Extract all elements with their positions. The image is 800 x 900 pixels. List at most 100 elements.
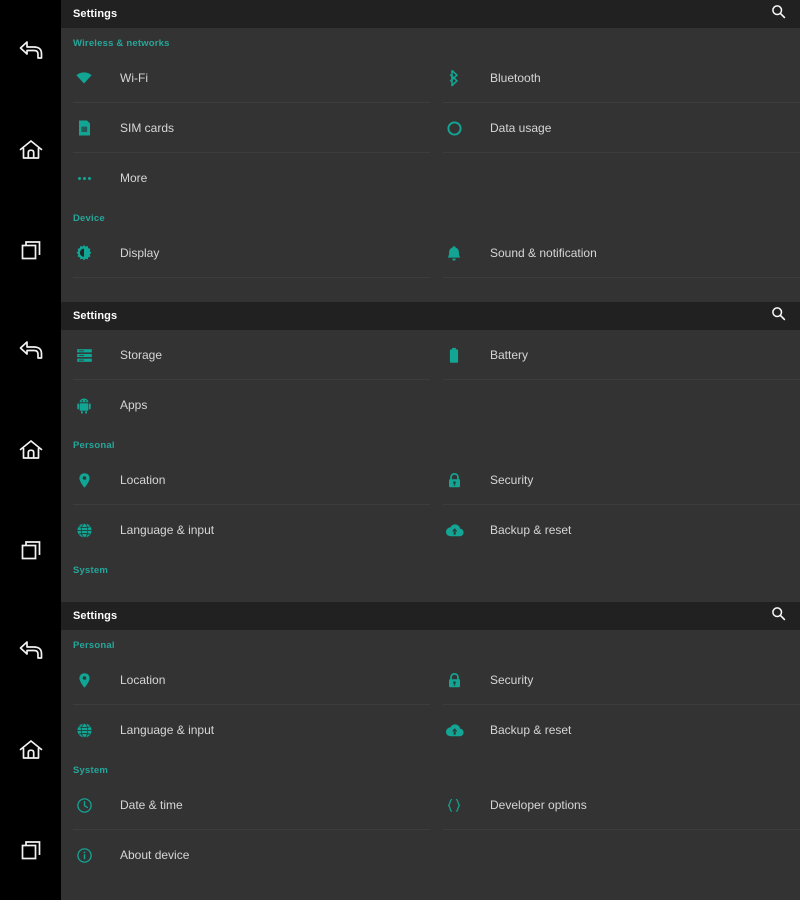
recents-icon: [19, 538, 43, 562]
screen: Settings Wireless & networks: [0, 0, 800, 900]
settings-row-label: More: [120, 171, 147, 185]
settings-row-more[interactable]: More: [61, 153, 430, 203]
nav-home-button[interactable]: [0, 125, 61, 175]
clock-icon: [73, 794, 95, 816]
settings-row-label: Battery: [490, 348, 528, 362]
settings-row-backup-reset[interactable]: Backup & reset: [431, 505, 800, 555]
nav-recents-button[interactable]: [0, 525, 61, 575]
search-icon: [771, 606, 786, 626]
nav-home-button[interactable]: [0, 425, 61, 475]
page-title: Settings: [73, 8, 117, 20]
section-header-spacer: [431, 755, 800, 780]
settings-row-wifi[interactable]: Wi-Fi: [61, 53, 430, 103]
settings-row-location[interactable]: Location: [61, 455, 430, 505]
settings-row-label: Language & input: [120, 523, 214, 537]
location-pin-icon: [73, 469, 95, 491]
settings-row-data-usage[interactable]: Data usage: [431, 103, 800, 153]
settings-row-storage[interactable]: Storage: [61, 330, 430, 380]
settings-row-backup-reset[interactable]: Backup & reset: [431, 705, 800, 755]
nav-recents-button[interactable]: [0, 825, 61, 875]
bell-icon: [443, 242, 465, 264]
section-header-system: System: [61, 755, 430, 780]
system-navigation-bar: [0, 0, 61, 900]
settings-list-2: Storage: [61, 330, 800, 602]
settings-list-3: Personal Location: [61, 630, 800, 900]
cloud-upload-icon: [443, 719, 465, 741]
back-icon: [18, 339, 44, 361]
settings-row-label: Developer options: [490, 798, 587, 812]
globe-icon: [73, 519, 95, 541]
settings-row-bluetooth[interactable]: Bluetooth: [431, 53, 800, 103]
column-right: Battery Security: [431, 330, 800, 555]
settings-row-label: Backup & reset: [490, 723, 571, 737]
section-header-personal: Personal: [61, 430, 430, 455]
settings-panel-2: Settings: [61, 302, 800, 602]
settings-row-label: Location: [120, 473, 165, 487]
settings-row-label: Data usage: [490, 121, 551, 135]
settings-row-sim-cards[interactable]: SIM cards: [61, 103, 430, 153]
settings-row-label: Apps: [120, 398, 147, 412]
search-button[interactable]: [764, 602, 792, 630]
settings-row-label: Location: [120, 673, 165, 687]
recents-icon: [19, 238, 43, 262]
recents-icon: [19, 838, 43, 862]
app-bar: Settings: [61, 602, 800, 630]
settings-row-label: Security: [490, 673, 533, 687]
page-title: Settings: [73, 610, 117, 622]
back-icon: [18, 639, 44, 661]
nav-group-1: [0, 0, 61, 300]
settings-row-language-input[interactable]: Language & input: [61, 505, 430, 555]
settings-panel-1: Settings Wireless & networks: [61, 0, 800, 302]
android-robot-icon: [73, 394, 95, 416]
section-header-device: Device: [61, 203, 430, 228]
settings-row-location[interactable]: Location: [61, 655, 430, 705]
search-icon: [771, 4, 786, 24]
column-right: Bluetooth Data usage: [431, 28, 800, 278]
location-pin-icon: [73, 669, 95, 691]
settings-row-about-device[interactable]: About device: [61, 830, 430, 880]
settings-row-sound-notification[interactable]: Sound & notification: [431, 228, 800, 278]
data-usage-icon: [443, 117, 465, 139]
search-button[interactable]: [764, 0, 792, 28]
settings-row-apps[interactable]: Apps: [61, 380, 430, 430]
settings-row-label: Display: [120, 246, 159, 260]
cloud-upload-icon: [443, 519, 465, 541]
section-header-spacer: [431, 430, 800, 455]
settings-row-label: About device: [120, 848, 189, 862]
settings-row-label: Date & time: [120, 798, 183, 812]
app-bar: Settings: [61, 302, 800, 330]
nav-back-button[interactable]: [0, 25, 61, 75]
app-bar: Settings: [61, 0, 800, 28]
settings-row-security[interactable]: Security: [431, 655, 800, 705]
settings-row-battery[interactable]: Battery: [431, 330, 800, 380]
sim-card-icon: [73, 117, 95, 139]
settings-row-developer-options[interactable]: Developer options: [431, 780, 800, 830]
nav-recents-button[interactable]: [0, 225, 61, 275]
nav-group-3: [0, 600, 61, 900]
settings-row-label: Security: [490, 473, 533, 487]
settings-row-display[interactable]: Display: [61, 228, 430, 278]
more-dots-icon: [73, 167, 95, 189]
page-title: Settings: [73, 310, 117, 322]
brightness-icon: [73, 242, 95, 264]
section-header-spacer: [431, 28, 800, 53]
search-button[interactable]: [764, 302, 792, 330]
section-header-system: System: [61, 555, 430, 580]
settings-row-label: SIM cards: [120, 121, 174, 135]
nav-group-2: [0, 300, 61, 600]
search-icon: [771, 306, 786, 326]
nav-back-button[interactable]: [0, 625, 61, 675]
settings-row-label: Wi-Fi: [120, 71, 148, 85]
bluetooth-icon: [443, 67, 465, 89]
settings-panel-3: Settings Personal: [61, 602, 800, 900]
settings-row-language-input[interactable]: Language & input: [61, 705, 430, 755]
nav-back-button[interactable]: [0, 325, 61, 375]
settings-row-label: Backup & reset: [490, 523, 571, 537]
lock-icon: [443, 669, 465, 691]
wifi-icon: [73, 67, 95, 89]
section-header-wireless: Wireless & networks: [61, 28, 430, 53]
settings-row-date-time[interactable]: Date & time: [61, 780, 430, 830]
settings-row-security[interactable]: Security: [431, 455, 800, 505]
nav-home-button[interactable]: [0, 725, 61, 775]
column-left: Personal Location: [61, 630, 430, 880]
